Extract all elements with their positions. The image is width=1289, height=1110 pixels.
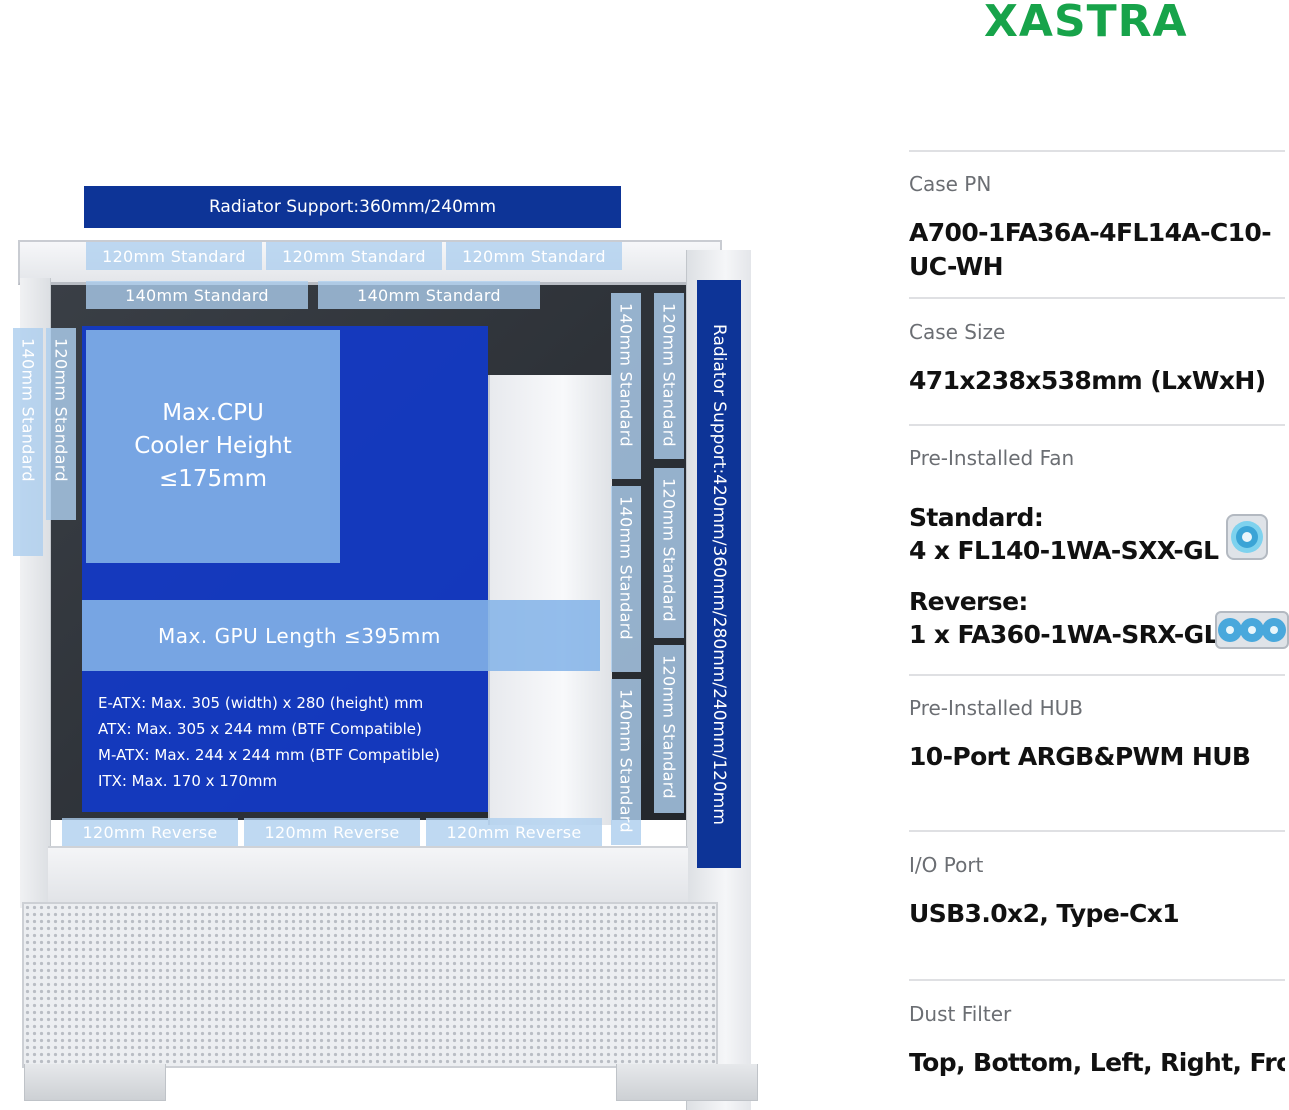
fan-reverse-value: 1 x FA360-1WA-SRX-GL bbox=[909, 620, 1220, 649]
top-fan-120-3: 120mm Standard bbox=[446, 242, 622, 270]
fan-standard-title: Standard: bbox=[909, 503, 1044, 532]
case-pn-value-line1: A700-1FA36A-4FL14A-C10- bbox=[909, 218, 1272, 247]
fan-reverse-title: Reverse: bbox=[909, 587, 1028, 616]
mb-spec-itx: ITX: Max. 170 x 170mm bbox=[98, 772, 278, 790]
fan-standard-value: 4 x FL140-1WA-SXX-GL bbox=[909, 536, 1219, 565]
spec-divider bbox=[909, 830, 1285, 832]
front-radiator-banner: Radiator Support:420mm/360mm/280mm/240mm… bbox=[697, 280, 741, 868]
spec-divider bbox=[909, 297, 1285, 299]
psu-shroud-top bbox=[48, 846, 688, 904]
case-pn-value-line2: UC-WH bbox=[909, 252, 1004, 281]
rear-fan-140: 140mm Standard bbox=[13, 328, 43, 556]
top-radiator-banner: Radiator Support:360mm/240mm bbox=[84, 186, 621, 228]
top-fan-120-2: 120mm Standard bbox=[266, 242, 442, 270]
front-fan-140-1: 140mm Standard bbox=[611, 293, 641, 479]
case-size-value: 471x238x538mm (LxWxH) bbox=[909, 366, 1266, 395]
rear-fan-120: 120mm Standard bbox=[46, 328, 76, 520]
dust-label: Dust Filter bbox=[909, 1002, 1012, 1026]
triple-fan-icon bbox=[1214, 608, 1289, 652]
bottom-fan-1: 120mm Reverse bbox=[62, 818, 238, 846]
motherboard-support: E-ATX: Max. 305 (width) x 280 (height) m… bbox=[98, 690, 478, 794]
cpu-cooler-line-1: Max.CPU bbox=[162, 400, 264, 426]
spec-divider bbox=[909, 674, 1285, 676]
case-size-label: Case Size bbox=[909, 320, 1006, 344]
mb-spec-eatx: E-ATX: Max. 305 (width) x 280 (height) m… bbox=[98, 694, 424, 712]
case-foot-right bbox=[616, 1064, 758, 1101]
cpu-cooler-box: Max.CPU Cooler Height ≤175mm bbox=[86, 330, 340, 563]
spec-divider bbox=[909, 150, 1285, 152]
io-label: I/O Port bbox=[909, 853, 984, 877]
front-fan-120-1: 120mm Standard bbox=[654, 293, 684, 459]
io-value: USB3.0x2, Type-Cx1 bbox=[909, 899, 1180, 928]
single-fan-icon bbox=[1224, 512, 1270, 562]
gpu-length-box: Max. GPU Length ≤395mm bbox=[82, 600, 600, 671]
spec-divider bbox=[909, 424, 1285, 426]
top-fan-140-1: 140mm Standard bbox=[86, 281, 308, 309]
mb-spec-atx: ATX: Max. 305 x 244 mm (BTF Compatible) bbox=[98, 720, 422, 738]
cpu-cooler-line-3: ≤175mm bbox=[159, 466, 267, 492]
case-foot-left bbox=[24, 1064, 166, 1101]
top-fan-120-1: 120mm Standard bbox=[86, 242, 262, 270]
bottom-fan-3: 120mm Reverse bbox=[426, 818, 602, 846]
top-fan-140-2: 140mm Standard bbox=[318, 281, 540, 309]
hub-value: 10-Port ARGB&PWM HUB bbox=[909, 742, 1251, 771]
bottom-fan-2: 120mm Reverse bbox=[244, 818, 420, 846]
front-fan-120-3: 120mm Standard bbox=[654, 645, 684, 813]
case-pn-label: Case PN bbox=[909, 172, 992, 196]
mb-spec-matx: M-ATX: Max. 244 x 244 mm (BTF Compatible… bbox=[98, 746, 440, 764]
spec-divider bbox=[909, 979, 1285, 981]
fan-label: Pre-Installed Fan bbox=[909, 446, 1075, 470]
front-fan-140-3: 140mm Standard bbox=[611, 679, 641, 845]
cpu-cooler-line-2: Cooler Height bbox=[134, 433, 292, 459]
dust-value: Top, Bottom, Left, Right, Front bbox=[909, 1048, 1285, 1077]
front-fan-140-2: 140mm Standard bbox=[611, 486, 641, 672]
brand-logo: XASTRA bbox=[984, 0, 1188, 47]
front-fan-120-2: 120mm Standard bbox=[654, 468, 684, 638]
psu-shroud-mesh bbox=[22, 902, 718, 1068]
hub-label: Pre-Installed HUB bbox=[909, 696, 1083, 720]
